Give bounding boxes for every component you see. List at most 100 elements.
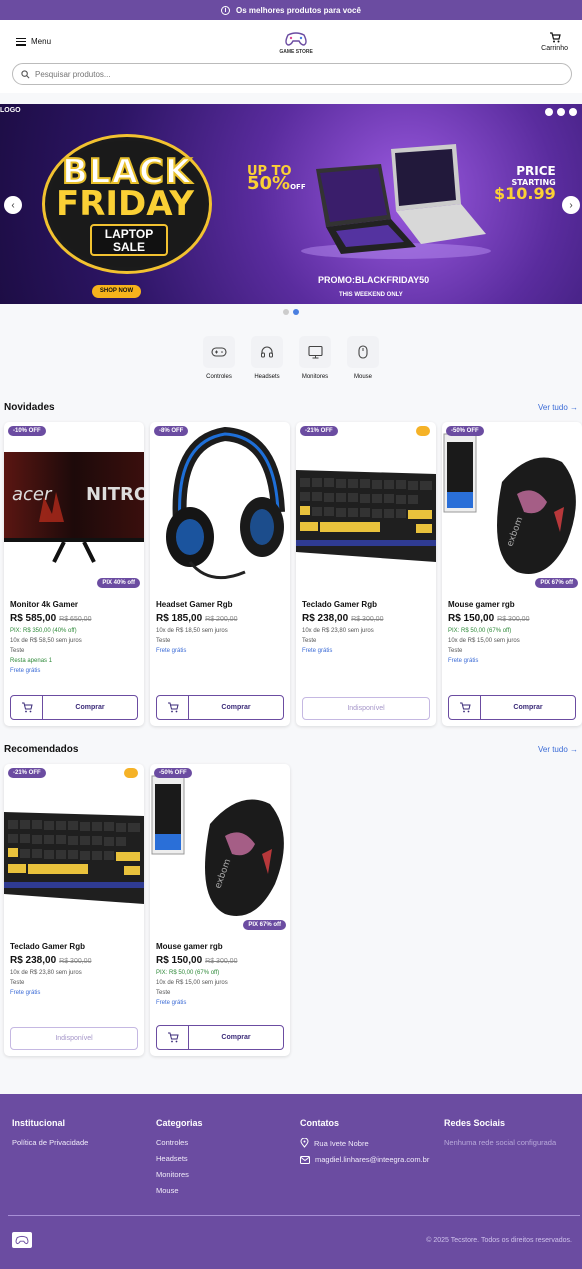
announcement-bar: i Os melhores produtos para você: [0, 0, 582, 20]
category-headsets[interactable]: Headsets: [251, 336, 283, 380]
hero-banner[interactable]: LOGO BLACK FRIDAY LAPTOP SALE SHOP NOW U…: [0, 104, 582, 304]
footer-categorias: Categorias Controles Headsets Monitores …: [156, 1118, 300, 1202]
banner-laptop-sale: LAPTOP SALE: [90, 224, 168, 256]
add-to-cart-button[interactable]: [11, 696, 43, 719]
product-old-price: R$ 300,00: [205, 958, 238, 965]
product-name[interactable]: Monitor 4k Gamer: [10, 600, 138, 609]
mouse-image: exbom: [151, 775, 284, 916]
footer-category-link[interactable]: Mouse: [156, 1186, 300, 1195]
cart-icon: [21, 702, 33, 713]
stock-status: Resta apenas 1: [10, 658, 53, 664]
banner-title-friday: FRIDAY: [56, 184, 194, 224]
free-shipping: Frete grátis: [10, 668, 41, 674]
installments: 10x de R$ 23,80 sem juros: [10, 970, 82, 976]
copyright-text: © 2025 Tecstore. Todos os direitos reser…: [426, 1236, 572, 1244]
footer-category-link[interactable]: Headsets: [156, 1154, 300, 1163]
footer-email[interactable]: magdiel.linhares@inteegra.com.br: [300, 1155, 444, 1164]
crown-icon: [124, 768, 138, 778]
mail-icon: [300, 1155, 310, 1164]
product-name[interactable]: Mouse gamer rgb: [156, 942, 284, 951]
search-input[interactable]: [35, 69, 563, 79]
menu-button[interactable]: Menu: [16, 37, 51, 46]
banner-prev-button[interactable]: ‹: [4, 196, 22, 214]
category-label: Headsets: [254, 374, 280, 380]
add-to-cart-button[interactable]: [157, 696, 189, 719]
footer-category-link[interactable]: Monitores: [156, 1170, 300, 1179]
pix-price: PIX: R$ 350,00 (40% off): [10, 628, 77, 634]
monitor-image: acer NITRO: [4, 452, 144, 563]
cart-button[interactable]: Carrinho: [541, 31, 568, 52]
site-logo[interactable]: GAME STORE: [279, 29, 313, 55]
product-old-price: R$ 200,00: [205, 616, 238, 623]
product-brand: Teste: [302, 638, 317, 644]
see-all-link[interactable]: Ver tudo →: [538, 745, 578, 754]
product-image: -21% OFF: [4, 764, 144, 934]
hamburger-icon: [16, 37, 26, 46]
add-to-cart-button[interactable]: [157, 1026, 189, 1049]
logo-text: GAME STORE: [279, 48, 313, 55]
product-name[interactable]: Mouse gamer rgb: [448, 600, 576, 609]
privacy-policy-link[interactable]: Política de Privacidade: [12, 1138, 156, 1147]
shop-now-button[interactable]: SHOP NOW: [92, 285, 141, 298]
unavailable-button: Indisponível: [10, 1027, 138, 1050]
banner-next-button[interactable]: ›: [562, 196, 580, 214]
chevron-right-icon: ›: [569, 199, 573, 211]
buy-button[interactable]: Comprar: [43, 696, 137, 719]
product-price: R$ 185,00: [156, 613, 203, 624]
category-controles[interactable]: Controles: [203, 336, 235, 380]
product-card[interactable]: -50% OFF exbom PIX 67% off Mouse gamer r…: [150, 764, 290, 1056]
banner-logo-text: LOGO: [0, 107, 21, 114]
product-name[interactable]: Teclado Gamer Rgb: [10, 942, 138, 951]
product-image: -8% OFF: [150, 422, 290, 592]
carousel-dot-active[interactable]: [293, 309, 299, 315]
product-image: -10% OFF acer NITRO PIX 40% off: [4, 422, 144, 592]
banner-social-icons: [545, 108, 577, 116]
site-header: Menu GAME STORE Carrinho: [0, 20, 582, 63]
product-image: -50% OFF exbom PIX 67% off: [150, 764, 290, 934]
keyboard-image: [4, 812, 144, 904]
product-name[interactable]: Headset Gamer Rgb: [156, 600, 284, 609]
search-bar: [0, 63, 582, 93]
product-card[interactable]: -10% OFF acer NITRO PIX 40% off Monitor …: [4, 422, 144, 726]
product-brand: Teste: [156, 638, 171, 644]
buy-button[interactable]: Comprar: [481, 696, 575, 719]
section-novidades-header: Novidades Ver tudo →: [0, 402, 582, 413]
mouse-image: exbom: [443, 433, 576, 574]
buy-button[interactable]: Comprar: [189, 696, 283, 719]
see-all-link[interactable]: Ver tudo →: [538, 403, 578, 412]
discount-badge: -50% OFF: [446, 426, 484, 436]
footer-logo[interactable]: [12, 1232, 32, 1248]
product-image: -50% OFF exbom PIX 67% off: [442, 422, 582, 592]
free-shipping: Frete grátis: [156, 648, 187, 654]
product-brand: Teste: [10, 648, 25, 654]
product-old-price: R$ 650,00: [59, 616, 92, 623]
section-title: Recomendados: [4, 744, 79, 755]
footer-heading: Institucional: [12, 1118, 66, 1128]
cart-label: Carrinho: [541, 44, 568, 52]
category-monitores[interactable]: Monitores: [299, 336, 331, 380]
product-brand: Teste: [10, 980, 25, 986]
installments: 10x de R$ 15,00 sem juros: [156, 980, 228, 986]
carousel-dot[interactable]: [283, 309, 289, 315]
footer-contatos: Contatos Rua Ivete Nobre magdiel.linhare…: [300, 1118, 444, 1202]
product-name[interactable]: Teclado Gamer Rgb: [302, 600, 430, 609]
category-mouse[interactable]: Mouse: [347, 336, 379, 380]
pix-badge: PIX 67% off: [535, 578, 578, 588]
product-card[interactable]: -21% OFF Teclado Gamer Rgb R$ 238,00 R$ 3…: [296, 422, 436, 726]
discount-badge: -21% OFF: [300, 426, 338, 436]
svg-text:acer: acer: [12, 484, 53, 505]
chevron-left-icon: ‹: [11, 199, 15, 211]
product-brand: Teste: [156, 990, 171, 996]
add-to-cart-button[interactable]: [449, 696, 481, 719]
product-card[interactable]: -8% OFF Headset Gamer Rgb R$ 185,00 R$ 20…: [150, 422, 290, 726]
footer-category-link[interactable]: Controles: [156, 1138, 300, 1147]
section-title: Novidades: [4, 402, 55, 413]
footer-institucional: Institucional Política de Privacidade: [12, 1118, 156, 1202]
svg-text:NITRO: NITRO: [86, 484, 144, 505]
product-card[interactable]: -50% OFF exbom PIX 67% off Mouse gamer r…: [442, 422, 582, 726]
section-recomendados-header: Recomendados Ver tudo →: [0, 744, 582, 755]
product-card[interactable]: -21% OFF Teclado Gamer Rgb R$ 238,00 R$ 3…: [4, 764, 144, 1056]
search-box[interactable]: [12, 63, 572, 85]
buy-button[interactable]: Comprar: [189, 1026, 283, 1049]
cart-icon: [167, 1032, 179, 1043]
